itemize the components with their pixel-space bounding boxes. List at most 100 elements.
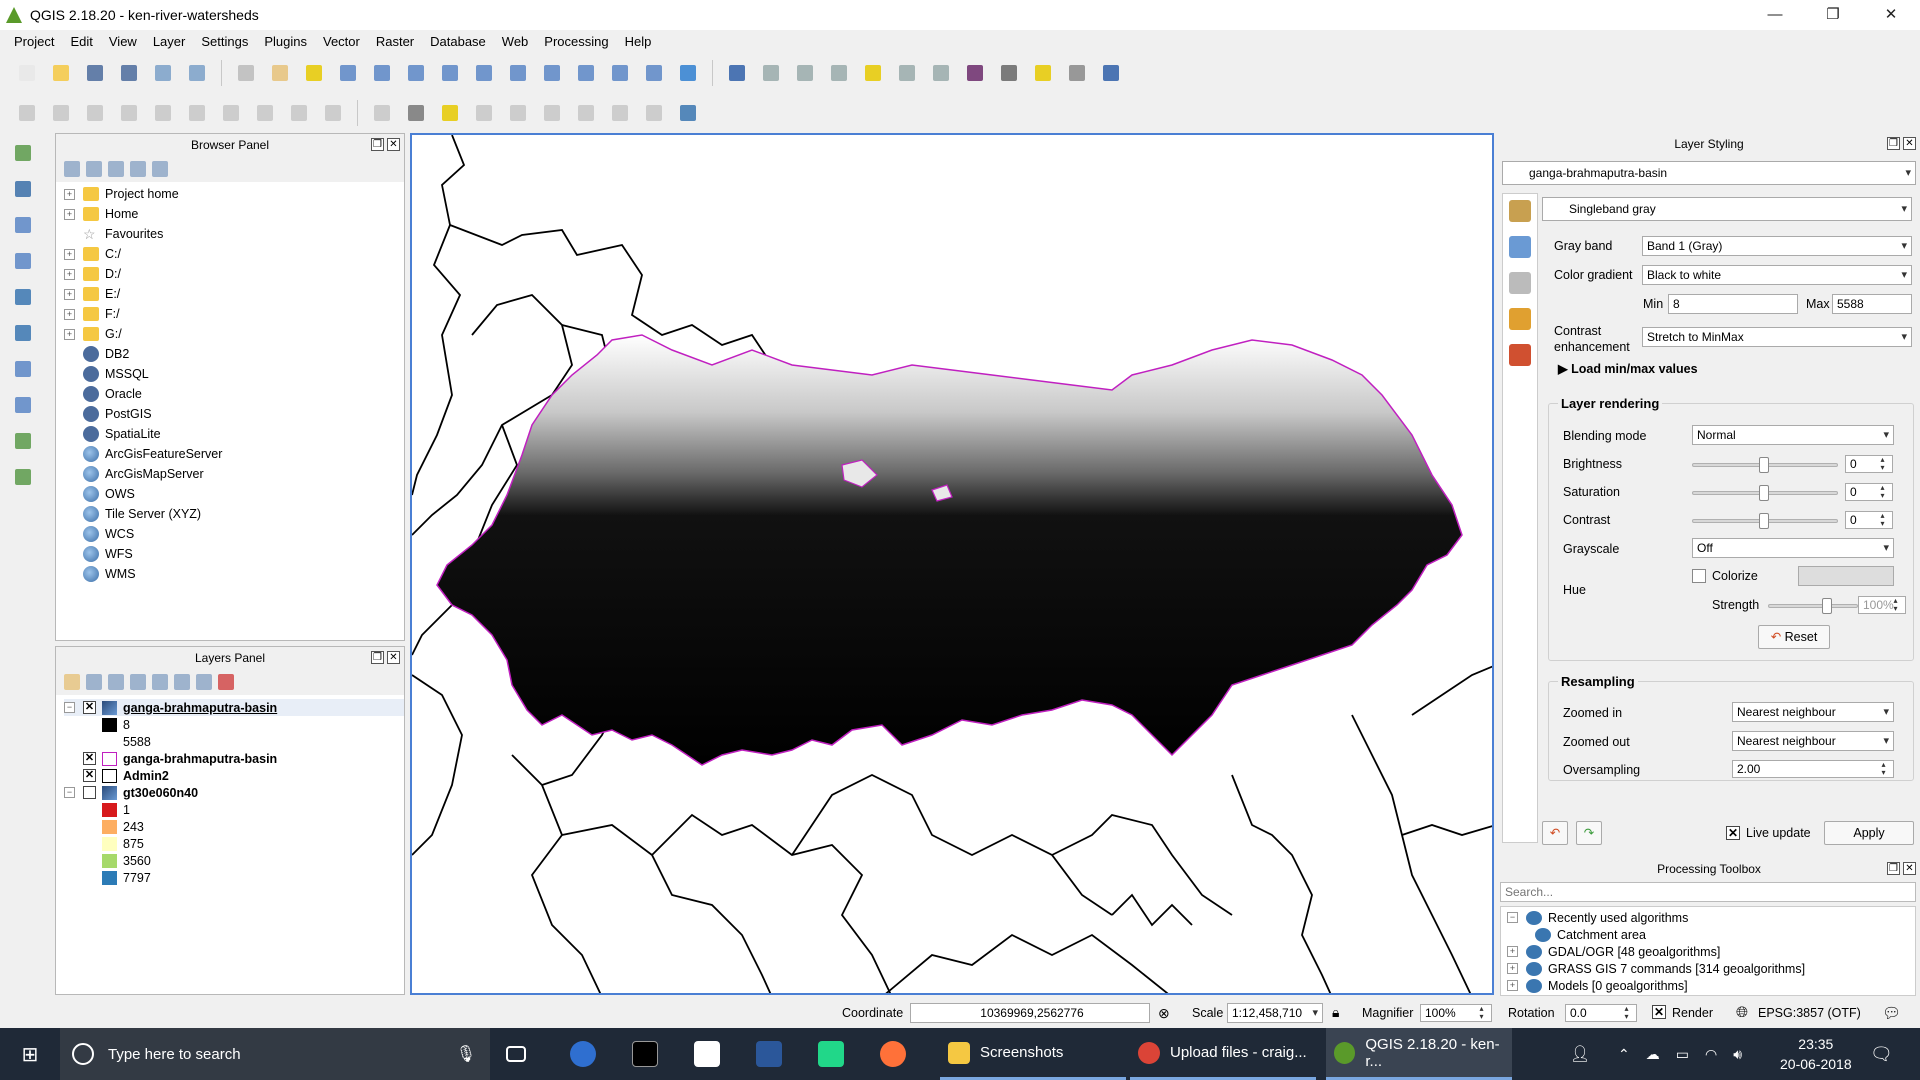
menu-edit[interactable]: Edit	[62, 34, 100, 49]
browser-item[interactable]: ArcGisMapServer	[64, 464, 404, 484]
word-app-icon[interactable]	[756, 1028, 782, 1080]
deselect-features-icon[interactable]	[860, 60, 886, 86]
add-wfs-layer-icon[interactable]	[10, 356, 40, 384]
filter-icon[interactable]	[108, 161, 124, 177]
layer-select[interactable]: ganga-brahmaputra-basin	[1502, 161, 1916, 185]
browser-item[interactable]: Tile Server (XYZ)	[64, 504, 404, 524]
magnifier-input[interactable]: 100%	[1420, 1004, 1492, 1022]
layer-visibility-checkbox[interactable]	[83, 786, 96, 799]
browser-item[interactable]: Oracle	[64, 384, 404, 404]
label-properties-icon[interactable]	[607, 100, 633, 126]
add-wms-layer-icon[interactable]	[10, 284, 40, 312]
undo-style-icon[interactable]: ↶	[1542, 821, 1568, 845]
measure-line-icon[interactable]	[996, 60, 1022, 86]
add-spatialite-layer-icon[interactable]	[10, 248, 40, 276]
filter-legend-icon[interactable]	[130, 674, 146, 690]
browser-item[interactable]: ArcGisFeatureServer	[64, 444, 404, 464]
browser-item[interactable]: PostGIS	[64, 404, 404, 424]
r-app-icon[interactable]	[570, 1028, 596, 1080]
transparency-tab-icon[interactable]	[1509, 236, 1531, 258]
add-postgis-layer-icon[interactable]	[10, 212, 40, 240]
refresh-icon[interactable]	[675, 60, 701, 86]
reset-button[interactable]: ↶ Reset	[1758, 625, 1830, 649]
field-calculator-icon[interactable]	[928, 60, 954, 86]
collapse-all-icon[interactable]	[196, 674, 212, 690]
add-raster-layer-icon[interactable]	[10, 176, 40, 204]
colorize-color-button[interactable]	[1798, 566, 1894, 586]
zoomed-out-select[interactable]: Nearest neighbour	[1732, 731, 1894, 751]
browser-item[interactable]: + D:/	[64, 264, 404, 284]
symbology-tab-icon[interactable]	[1509, 200, 1531, 222]
cut-features-icon[interactable]	[252, 100, 278, 126]
composer-manager-icon[interactable]	[184, 60, 210, 86]
menu-settings[interactable]: Settings	[193, 34, 256, 49]
browser-item[interactable]: DB2	[64, 344, 404, 364]
expand-icon[interactable]: +	[1507, 980, 1518, 991]
browser-item[interactable]: + Home	[64, 204, 404, 224]
render-checkbox[interactable]: ✕	[1652, 1005, 1666, 1019]
apply-button[interactable]: Apply	[1824, 821, 1914, 845]
map-canvas[interactable]	[410, 133, 1494, 995]
pan-map-icon[interactable]	[267, 60, 293, 86]
refresh-icon[interactable]	[86, 161, 102, 177]
layer-visibility-checkbox[interactable]: ✕	[83, 752, 96, 765]
help-icon[interactable]	[1098, 60, 1124, 86]
pin-labels-icon[interactable]	[437, 100, 463, 126]
add-vector-layer-icon[interactable]	[10, 140, 40, 168]
contrast-slider-handle[interactable]	[1759, 513, 1769, 529]
attribute-table-icon[interactable]	[894, 60, 920, 86]
browser-item[interactable]: WMS	[64, 564, 404, 584]
change-label-icon[interactable]	[573, 100, 599, 126]
blending-mode-select[interactable]: Normal	[1692, 425, 1894, 445]
manage-visibility-icon[interactable]	[108, 674, 124, 690]
pan-to-selection-icon[interactable]	[301, 60, 327, 86]
histogram-tab-icon[interactable]	[1509, 272, 1531, 294]
gray-band-select[interactable]: Band 1 (Gray)	[1642, 236, 1912, 256]
add-feature-icon[interactable]	[116, 100, 142, 126]
strength-input[interactable]: 100%	[1858, 596, 1906, 614]
microphone-icon[interactable]: 🎙︎	[456, 1044, 476, 1064]
history-tab-icon[interactable]	[1509, 344, 1531, 366]
close-button[interactable]: ✕	[1862, 0, 1920, 30]
float-panel-icon[interactable]: ❐	[371, 651, 384, 664]
add-selected-icon[interactable]	[64, 161, 80, 177]
show-hide-labels-icon[interactable]	[471, 100, 497, 126]
taskbar-app[interactable]: Screenshots	[940, 1028, 1126, 1080]
new-bookmark-icon[interactable]	[607, 60, 633, 86]
new-project-icon[interactable]	[14, 60, 40, 86]
min-input[interactable]: 8	[1668, 294, 1798, 314]
rotation-input[interactable]: 0.0	[1565, 1004, 1637, 1022]
collapse-icon[interactable]: −	[64, 787, 75, 798]
chevron-up-icon[interactable]: ⌃	[1618, 1046, 1630, 1063]
copy-features-icon[interactable]	[286, 100, 312, 126]
firefox-app-icon[interactable]	[880, 1028, 906, 1080]
renderer-select[interactable]: Singleband gray	[1542, 197, 1912, 221]
terminal-app-icon[interactable]	[632, 1028, 658, 1080]
battery-icon[interactable]: ▭	[1676, 1046, 1689, 1063]
contrast-input[interactable]: 0	[1845, 511, 1893, 529]
expand-all-icon[interactable]	[174, 674, 190, 690]
browser-item[interactable]: + E:/	[64, 284, 404, 304]
float-panel-icon[interactable]: ❐	[1887, 862, 1900, 875]
taskbar-search[interactable]: Type here to search 🎙︎	[60, 1028, 490, 1080]
add-delimited-text-icon[interactable]	[10, 392, 40, 420]
save-edits-icon[interactable]	[82, 100, 108, 126]
crs-status[interactable]: EPSG:3857 (OTF)	[1758, 1006, 1861, 1020]
processing-item[interactable]: − Recently used algorithms	[1507, 909, 1915, 926]
python-console-icon[interactable]	[675, 100, 701, 126]
processing-item[interactable]: Catchment area	[1507, 926, 1915, 943]
processing-search-input[interactable]	[1500, 882, 1916, 902]
legend-tab-icon[interactable]	[1509, 308, 1531, 330]
colorize-checkbox[interactable]	[1692, 569, 1706, 583]
expand-icon[interactable]: +	[1507, 946, 1518, 957]
saturation-slider-handle[interactable]	[1759, 485, 1769, 501]
close-panel-icon[interactable]: ✕	[1903, 862, 1916, 875]
save-as-icon[interactable]	[116, 60, 142, 86]
collapse-icon[interactable]: −	[64, 702, 75, 713]
layer-row[interactable]: − gt30e060n40	[64, 784, 404, 801]
browser-item[interactable]: OWS	[64, 484, 404, 504]
zoom-full-icon[interactable]	[437, 60, 463, 86]
map-tips-icon[interactable]	[1030, 60, 1056, 86]
add-group-icon[interactable]	[86, 674, 102, 690]
rotate-label-icon[interactable]	[539, 100, 565, 126]
